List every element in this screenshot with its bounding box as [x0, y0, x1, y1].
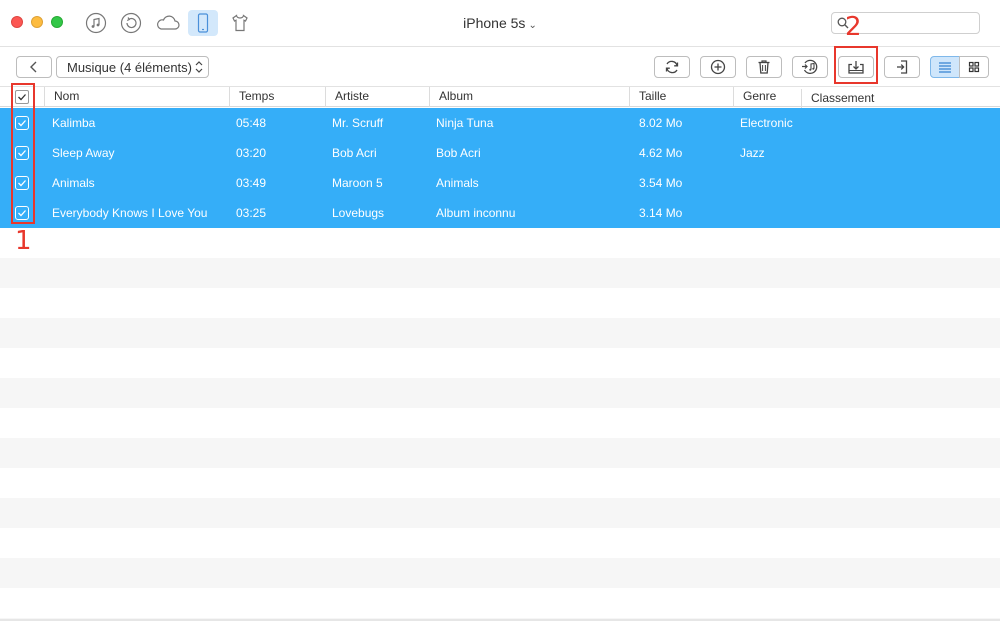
- column-header-genre[interactable]: Genre: [733, 87, 801, 107]
- empty-row: [0, 378, 1000, 408]
- column-header-artiste[interactable]: Artiste: [325, 87, 429, 107]
- to-itunes-button[interactable]: [792, 56, 828, 78]
- cell-artiste: Bob Acri: [332, 146, 377, 160]
- add-icon: [710, 59, 726, 75]
- annotation-box-export: [834, 46, 878, 84]
- cell-taille: 8.02 Mo: [639, 116, 683, 130]
- cell-temps: 03:25: [236, 206, 267, 220]
- song-list: Kalimba 05:48 Mr. Scruff Ninja Tuna 8.02…: [0, 108, 1000, 621]
- cell-temps: 03:49: [236, 176, 267, 190]
- cell-album: Album inconnu: [436, 206, 516, 220]
- cell-temps: 05:48: [236, 116, 267, 130]
- refresh-icon: [665, 60, 679, 74]
- grid-icon: [968, 61, 980, 73]
- cell-nom: Sleep Away: [52, 146, 115, 160]
- cell-nom: Everybody Knows I Love You: [52, 206, 208, 220]
- updown-chevron-icon: [195, 61, 203, 73]
- empty-row: [0, 258, 1000, 288]
- annotation-number-two: 2: [845, 12, 862, 42]
- empty-row: [0, 228, 1000, 258]
- cell-album: Animals: [436, 176, 479, 190]
- chevron-down-icon: ⌄: [528, 20, 537, 31]
- cell-artiste: Mr. Scruff: [332, 116, 384, 130]
- empty-row: [0, 498, 1000, 528]
- table-row[interactable]: Sleep Away 03:20 Bob Acri Bob Acri 4.62 …: [0, 138, 1000, 168]
- cell-nom: Animals: [52, 176, 95, 190]
- cell-taille: 3.54 Mo: [639, 176, 683, 190]
- cell-taille: 4.62 Mo: [639, 146, 683, 160]
- delete-button[interactable]: [746, 56, 782, 78]
- table-row[interactable]: Animals 03:49 Maroon 5 Animals 3.54 Mo: [0, 168, 1000, 198]
- column-header-temps[interactable]: Temps: [229, 87, 325, 107]
- empty-row: [0, 468, 1000, 498]
- table-row[interactable]: Everybody Knows I Love You 03:25 Lovebug…: [0, 198, 1000, 228]
- empty-row: [0, 528, 1000, 558]
- trash-icon: [758, 60, 770, 74]
- cell-album: Ninja Tuna: [436, 116, 494, 130]
- annotation-number-one: 1: [15, 226, 32, 256]
- back-button[interactable]: [16, 56, 52, 78]
- to-itunes-icon: [802, 59, 818, 75]
- list-view-button[interactable]: [930, 56, 960, 78]
- list-icon: [939, 62, 951, 73]
- empty-row: [0, 438, 1000, 468]
- category-select[interactable]: Musique (4 éléments): [56, 56, 209, 78]
- empty-row: [0, 558, 1000, 588]
- column-header-nom[interactable]: Nom: [44, 87, 229, 107]
- cell-taille: 3.14 Mo: [639, 206, 683, 220]
- import-to-device-icon: [897, 60, 908, 74]
- empty-row: [0, 318, 1000, 348]
- table-header: Nom Temps Artiste Album Taille Genre Cla…: [0, 86, 1000, 109]
- empty-row: [0, 588, 1000, 618]
- cell-artiste: Maroon 5: [332, 176, 383, 190]
- empty-row: [0, 408, 1000, 438]
- column-header-taille[interactable]: Taille: [629, 87, 733, 107]
- cell-nom: Kalimba: [52, 116, 96, 130]
- add-button[interactable]: [700, 56, 736, 78]
- cell-genre: Electronic: [740, 116, 793, 130]
- category-label: Musique (4 éléments): [67, 59, 192, 75]
- annotation-box-checkboxes: [11, 83, 35, 224]
- cell-album: Bob Acri: [436, 146, 481, 160]
- device-name: iPhone 5s: [463, 15, 526, 31]
- cell-genre: Jazz: [740, 146, 765, 160]
- empty-row: [0, 348, 1000, 378]
- cell-temps: 03:20: [236, 146, 267, 160]
- column-header-album[interactable]: Album: [429, 87, 629, 107]
- grid-view-button[interactable]: [959, 56, 989, 78]
- refresh-button[interactable]: [654, 56, 690, 78]
- empty-row: [0, 288, 1000, 318]
- table-row[interactable]: Kalimba 05:48 Mr. Scruff Ninja Tuna 8.02…: [0, 108, 1000, 138]
- chevron-left-icon: [30, 61, 37, 73]
- column-header-classement[interactable]: Classement: [801, 89, 1000, 109]
- cell-artiste: Lovebugs: [332, 206, 385, 220]
- import-to-device-button[interactable]: [884, 56, 920, 78]
